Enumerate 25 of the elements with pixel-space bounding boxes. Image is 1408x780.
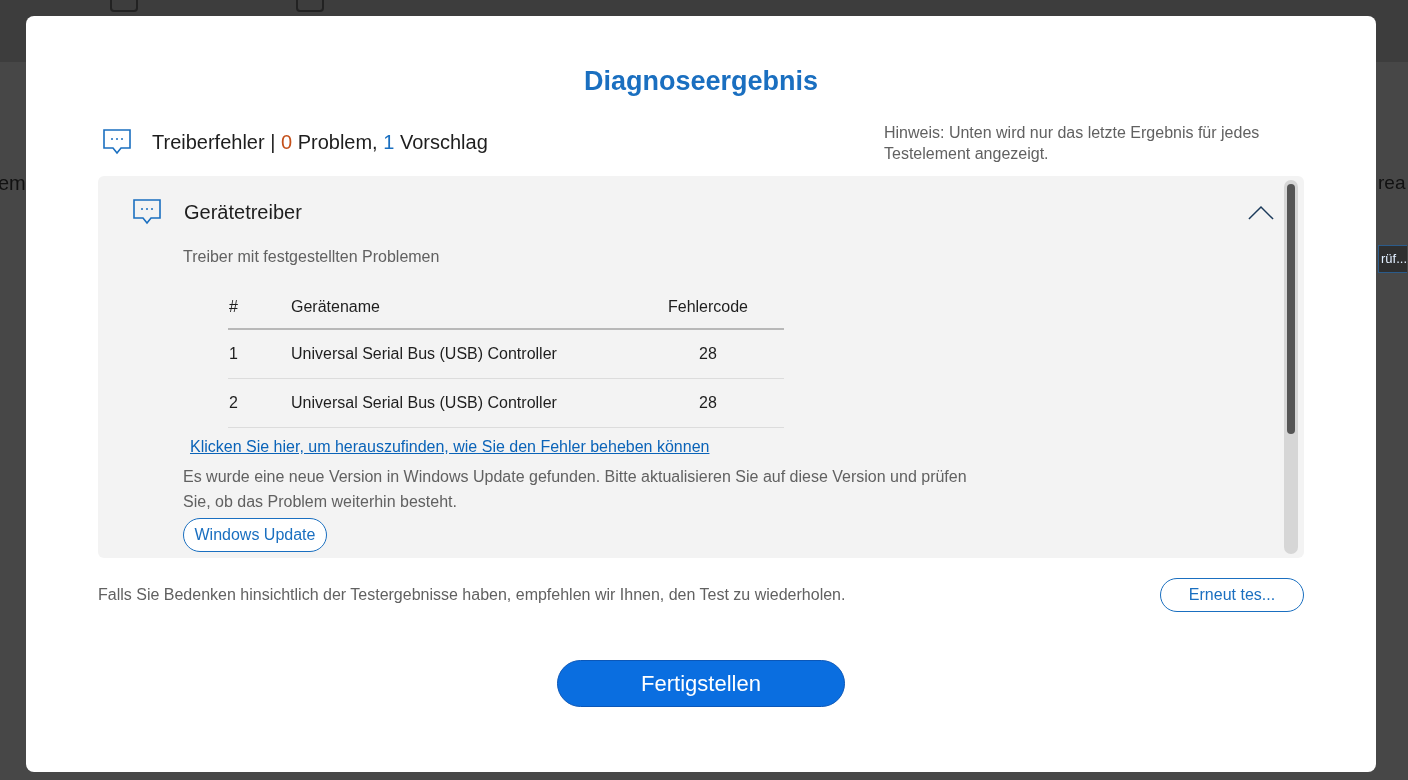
background-button[interactable]: rüf... xyxy=(1378,245,1407,273)
table-cell: Universal Serial Bus (USB) Controller xyxy=(290,329,632,379)
table-cell: Universal Serial Bus (USB) Controller xyxy=(290,378,632,428)
summary-text: Treiberfehler | 0 Problem, 1 Vorschlag xyxy=(152,130,488,154)
table-cell: 28 xyxy=(632,329,784,379)
chat-bubble-icon xyxy=(132,198,162,226)
section-title: Gerätetreiber xyxy=(184,200,302,224)
footer-text: Falls Sie Bedenken hinsichtlich der Testergebnisse haben, empfehlen wir Ihnen, den Test zu wiederholen. xyxy=(98,586,846,604)
help-link[interactable]: Klicken Sie hier, um herauszufinden, wie Sie den Fehler beheben können xyxy=(190,438,710,456)
section-subtitle: Treiber mit festgestellten Problemen xyxy=(183,248,441,266)
column-header: Fehlercode xyxy=(632,286,784,329)
hint-text: Hinweis: Unten wird nur das letzte Ergebnis für jedes Testelement angezeigt. xyxy=(884,123,1261,164)
chat-bubble-icon xyxy=(102,128,132,156)
table-cell: 28 xyxy=(632,378,784,428)
chevron-up-icon[interactable] xyxy=(1248,204,1274,220)
table-cell: 2 xyxy=(228,378,290,428)
dialog-title: Diagnoseergebnis xyxy=(582,65,820,98)
column-header: Gerätename xyxy=(290,286,632,329)
table-cell: 1 xyxy=(228,329,290,379)
windows-update-button[interactable]: Windows Update xyxy=(183,518,327,552)
description-text: Es wurde eine neue Version in Windows Update gefunden. Bitte aktualisieren Sie auf diese Version und prüfen Sie, ob das Problem weiterhin besteht. xyxy=(183,467,968,512)
finish-button[interactable]: Fertigstellen xyxy=(557,660,845,707)
column-header: # xyxy=(228,286,290,329)
scrollbar[interactable] xyxy=(1284,180,1298,554)
retest-button[interactable]: Erneut tes... xyxy=(1160,578,1304,612)
